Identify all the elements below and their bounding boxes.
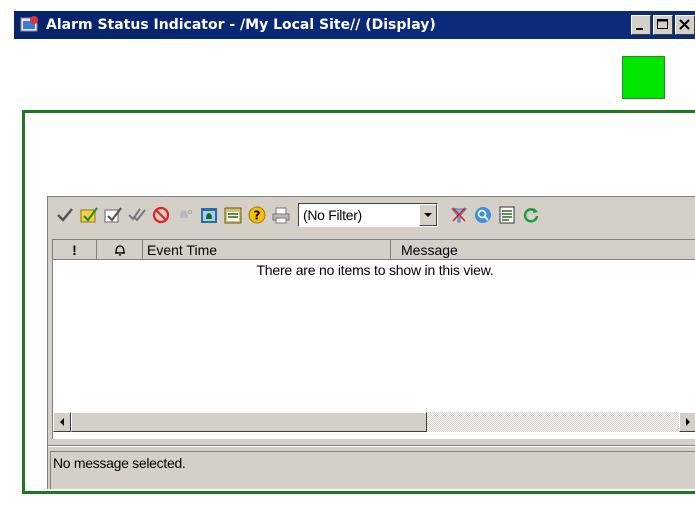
find-icon[interactable] xyxy=(472,204,494,226)
column-priority-label: ! xyxy=(72,242,77,258)
splitter[interactable] xyxy=(48,445,695,447)
svg-text:?: ? xyxy=(254,209,261,223)
alarm-app-icon xyxy=(20,15,40,35)
scroll-right-icon[interactable] xyxy=(679,412,695,432)
properties-icon[interactable] xyxy=(496,204,518,226)
alarm-list[interactable]: ! Event Time Message There are no items … xyxy=(52,239,695,439)
filter-icon[interactable] xyxy=(448,204,470,226)
svg-text:o: o xyxy=(188,208,192,216)
minimize-icon[interactable] xyxy=(631,15,651,35)
bell-icon xyxy=(114,245,125,256)
ack-all-icon[interactable] xyxy=(126,204,148,226)
maximize-icon[interactable] xyxy=(653,15,673,35)
column-header-message[interactable]: Message xyxy=(391,240,695,260)
details-icon[interactable] xyxy=(222,204,244,226)
horizontal-scrollbar[interactable] xyxy=(53,412,695,432)
alarm-status-indicator[interactable] xyxy=(622,56,665,99)
ack-page-icon[interactable] xyxy=(102,204,124,226)
close-icon[interactable] xyxy=(675,15,695,35)
column-message-label: Message xyxy=(401,242,458,258)
ack-icon[interactable] xyxy=(54,204,76,226)
window-title: Alarm Status Indicator - /My Local Site/… xyxy=(46,17,436,33)
column-header-priority[interactable]: ! xyxy=(53,240,97,260)
print-icon[interactable] xyxy=(270,204,292,226)
scroll-left-icon[interactable] xyxy=(53,412,71,432)
scrollbar-thumb[interactable] xyxy=(71,412,427,432)
column-event-time-label: Event Time xyxy=(147,242,218,258)
alarm-toolbar: o ? (No Filter) xyxy=(48,197,695,233)
chevron-down-icon[interactable] xyxy=(419,204,437,226)
shelve-icon[interactable] xyxy=(198,204,220,226)
filter-select-value: (No Filter) xyxy=(303,207,362,223)
column-header-state[interactable] xyxy=(97,240,143,260)
status-text: No message selected. xyxy=(53,455,186,471)
alarm-list-header: ! Event Time Message xyxy=(53,240,695,260)
filter-select[interactable]: (No Filter) xyxy=(298,203,438,227)
alarm-control: o ? (No Filter) ! Event Time Message The… xyxy=(47,196,695,489)
ack-selected-icon[interactable] xyxy=(78,204,100,226)
message-status-bar: No message selected. xyxy=(50,451,695,489)
disable-icon[interactable] xyxy=(150,204,172,226)
empty-list-message: There are no items to show in this view. xyxy=(256,262,494,278)
refresh-icon[interactable] xyxy=(520,204,542,226)
title-bar[interactable]: Alarm Status Indicator - /My Local Site/… xyxy=(14,11,695,39)
help-icon[interactable]: ? xyxy=(246,204,268,226)
silence-icon[interactable]: o xyxy=(174,204,196,226)
column-header-event-time[interactable]: Event Time xyxy=(143,240,391,260)
